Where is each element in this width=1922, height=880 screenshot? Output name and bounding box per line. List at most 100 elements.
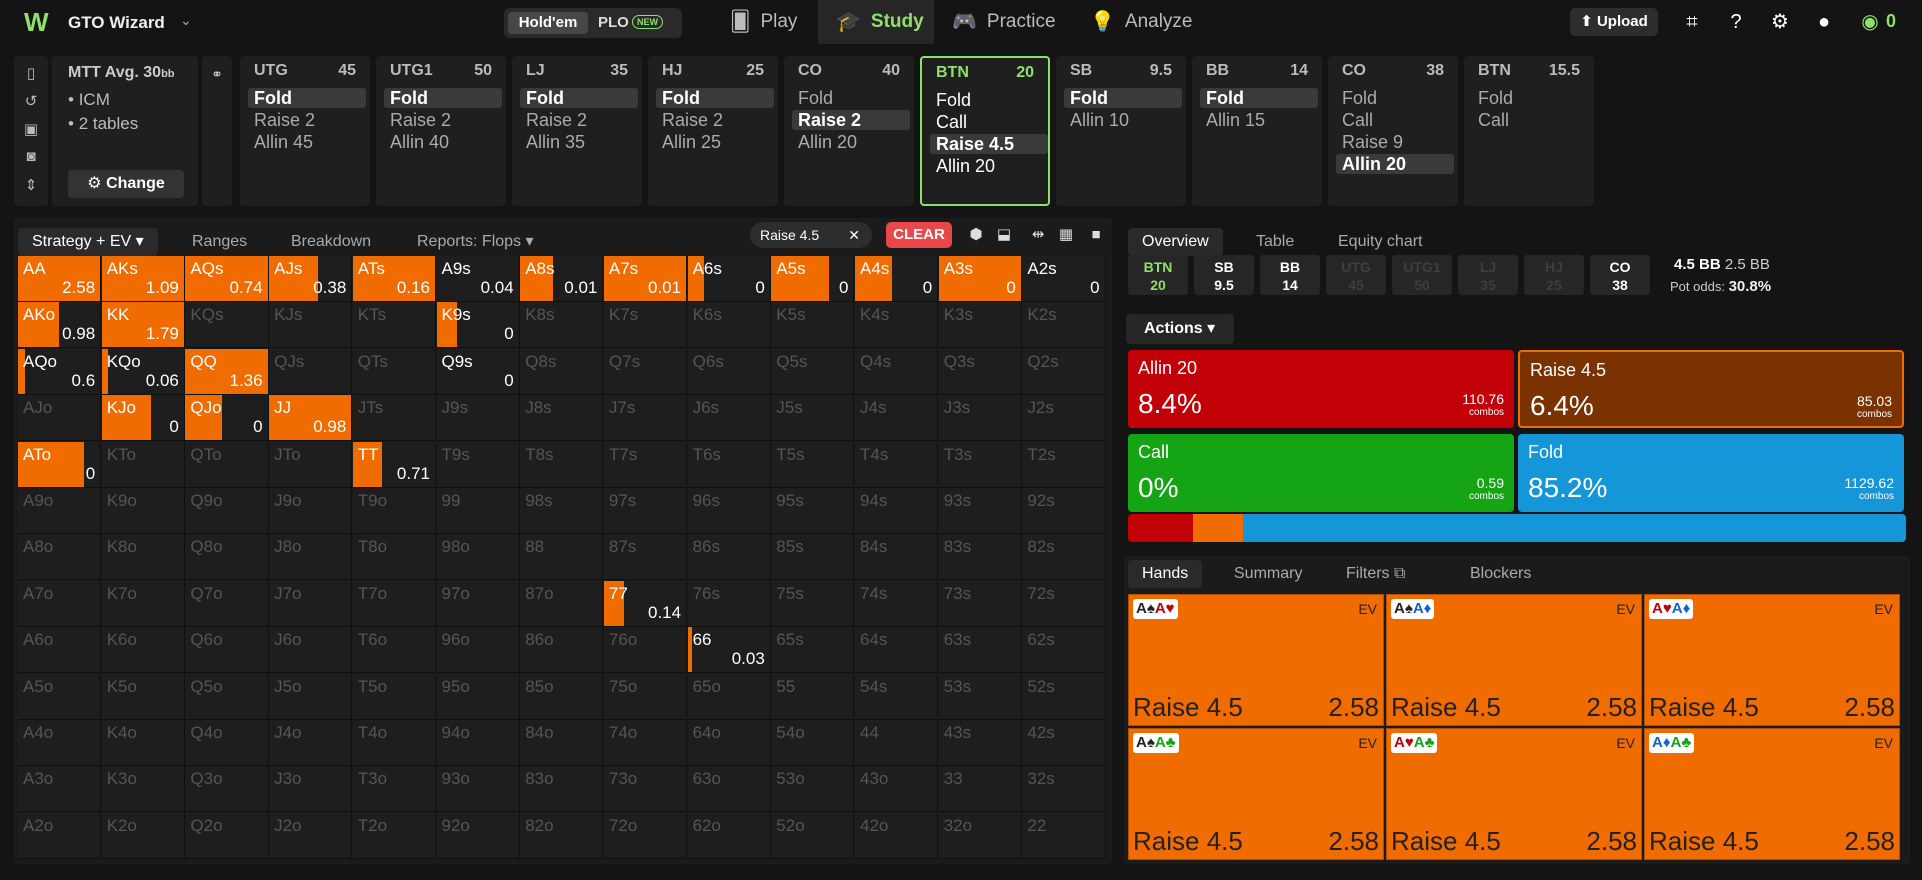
hand-cell[interactable]: 32s — [1022, 766, 1106, 813]
hand-cell[interactable]: A9s 0.04 — [436, 256, 520, 302]
hand-cell[interactable]: 75s — [771, 580, 855, 627]
view-grid-icon[interactable]: ▦ — [1054, 222, 1078, 248]
hand-cell[interactable]: Q5o — [185, 673, 269, 720]
hand-cell[interactable]: 53s — [938, 673, 1022, 720]
hand-cell[interactable]: A5s 0 — [771, 256, 855, 302]
hand-cell[interactable]: T9s — [436, 441, 520, 488]
position-action[interactable]: Raise 9 — [1336, 132, 1454, 152]
hand-cell[interactable]: T3s — [938, 441, 1022, 488]
position-action[interactable]: Call — [1336, 110, 1454, 130]
hand-cell[interactable]: KJo 0 — [101, 395, 185, 442]
hand-cell[interactable]: 83o — [520, 766, 604, 813]
hand-cell[interactable]: Q6o — [185, 627, 269, 674]
hand-cell[interactable]: 83s — [938, 534, 1022, 581]
hand-cell[interactable]: 96s — [687, 488, 771, 534]
hand-cell[interactable]: T8s — [520, 441, 604, 488]
position-action[interactable]: Allin 25 — [656, 132, 774, 152]
hand-cell[interactable]: 97s — [603, 488, 688, 534]
hand-cell[interactable]: KQs — [185, 302, 269, 349]
hand-card[interactable]: A♠A♥ EV Raise 4.5 2.58 — [1128, 594, 1384, 726]
hand-cell[interactable]: T6s — [687, 441, 771, 488]
tab-hands[interactable]: Hands — [1128, 560, 1203, 588]
save-icon[interactable]: ▣ — [21, 120, 41, 140]
hand-cell[interactable]: ATs 0.16 — [352, 256, 436, 302]
position-action[interactable]: Fold — [248, 88, 366, 108]
hand-cell[interactable]: A6s 0 — [687, 256, 771, 302]
hand-cell[interactable]: T4s — [855, 441, 939, 488]
hand-cell[interactable]: T5o — [352, 673, 436, 720]
hand-cell[interactable]: T5s — [771, 441, 855, 488]
view-3d-icon[interactable]: ⬢ — [964, 222, 988, 248]
hand-cell[interactable]: J6s — [687, 395, 771, 442]
hand-cell[interactable]: T9o — [352, 488, 436, 534]
hand-cell[interactable]: A2o — [18, 812, 102, 859]
hand-cell[interactable]: KTo — [101, 441, 185, 488]
hand-cell[interactable]: A4o — [18, 720, 102, 766]
clear-button[interactable]: CLEAR — [886, 222, 952, 248]
link-icon[interactable]: ⚭ — [202, 56, 232, 206]
hand-cell[interactable]: Q6s — [687, 348, 771, 395]
hand-cell[interactable]: K7s — [603, 302, 688, 349]
hand-cell[interactable]: Q7s — [603, 348, 688, 395]
position-action[interactable]: Fold — [1472, 88, 1590, 108]
view-full-icon[interactable]: ■ — [1084, 222, 1108, 248]
position-action[interactable]: Raise 4.5 — [930, 134, 1048, 154]
hand-cell[interactable]: J5s — [771, 395, 855, 442]
hand-cell[interactable]: T3o — [352, 766, 436, 813]
hand-cell[interactable]: T4o — [352, 720, 436, 766]
hand-cell[interactable]: Q2s — [1022, 348, 1106, 395]
hand-cell[interactable]: 53o — [771, 766, 855, 813]
hand-cell[interactable]: ATo 0 — [18, 441, 102, 488]
hand-cell[interactable]: 54o — [771, 720, 855, 766]
hand-cell[interactable]: K6o — [101, 627, 185, 674]
hand-cell[interactable]: 93o — [436, 766, 520, 813]
position-btn[interactable]: BTN 15.5 Fold Call — [1464, 56, 1594, 206]
tab-overview[interactable]: Overview — [1128, 228, 1223, 256]
hand-cell[interactable]: J8o — [269, 534, 353, 581]
position-action[interactable]: Fold — [1336, 88, 1454, 108]
tab-blockers[interactable]: Blockers — [1470, 560, 1531, 588]
hand-cell[interactable]: 43o — [855, 766, 939, 813]
hand-cell[interactable]: 99 — [436, 488, 520, 534]
position-action[interactable]: Allin 35 — [520, 132, 638, 152]
hand-cell[interactable]: 74s — [855, 580, 939, 627]
hand-cell[interactable]: 84s — [855, 534, 939, 581]
hand-cell[interactable]: 33 — [938, 766, 1022, 813]
hand-cell[interactable]: AKo 0.98 — [18, 302, 102, 349]
hand-cell[interactable]: J9s — [436, 395, 520, 442]
hand-cell[interactable]: J2s — [1022, 395, 1106, 442]
collapse-icon[interactable]: ⇕ — [21, 176, 41, 196]
position-btn[interactable]: BTN 20 Fold Call Raise 4.5 Allin 20 — [920, 56, 1050, 206]
position-action[interactable]: Fold — [1064, 88, 1182, 108]
wizard-coin-icon[interactable]: ◉ — [1858, 10, 1882, 34]
hand-cell[interactable]: AJs 0.38 — [269, 256, 353, 302]
hand-cell[interactable]: Q2o — [185, 812, 269, 859]
position-bb[interactable]: BB 14 Fold Allin 15 — [1192, 56, 1322, 206]
hand-cell[interactable]: 84o — [520, 720, 604, 766]
position-action[interactable]: Fold — [384, 88, 502, 108]
position-lj[interactable]: LJ 35 Fold Raise 2 Allin 35 — [512, 56, 642, 206]
screenshot-icon[interactable]: ⌗ — [1680, 10, 1704, 34]
hand-cell[interactable]: QTs — [352, 348, 436, 395]
position-action[interactable]: Fold — [930, 90, 1048, 110]
position-action[interactable]: Allin 20 — [792, 132, 910, 152]
position-action[interactable]: Allin 20 — [1336, 154, 1454, 174]
nav-practice[interactable]: 🎮 Practice — [952, 0, 1092, 44]
position-action[interactable]: Allin 10 — [1064, 110, 1182, 130]
hand-cell[interactable]: AJo — [18, 395, 102, 442]
view-compact-icon[interactable]: ⇹ — [1026, 222, 1050, 248]
position-action[interactable]: Fold — [656, 88, 774, 108]
position-action[interactable]: Fold — [520, 88, 638, 108]
hand-cell[interactable]: QQ 1.36 — [185, 348, 269, 395]
hand-cell[interactable]: 82s — [1022, 534, 1106, 581]
hand-cell[interactable]: 44 — [855, 720, 939, 766]
hand-cell[interactable]: J6o — [269, 627, 353, 674]
hand-cell[interactable]: 62s — [1022, 627, 1106, 674]
action-box[interactable]: Allin 20 8.4% 110.76 combos — [1128, 350, 1514, 428]
hand-cell[interactable]: Q3o — [185, 766, 269, 813]
hand-cell[interactable]: 42o — [855, 812, 939, 859]
hand-cell[interactable]: A8o — [18, 534, 102, 581]
hand-cell[interactable]: 63s — [938, 627, 1022, 674]
hand-cell[interactable]: 88 — [520, 534, 604, 581]
tab-equity-chart[interactable]: Equity chart — [1338, 228, 1422, 256]
